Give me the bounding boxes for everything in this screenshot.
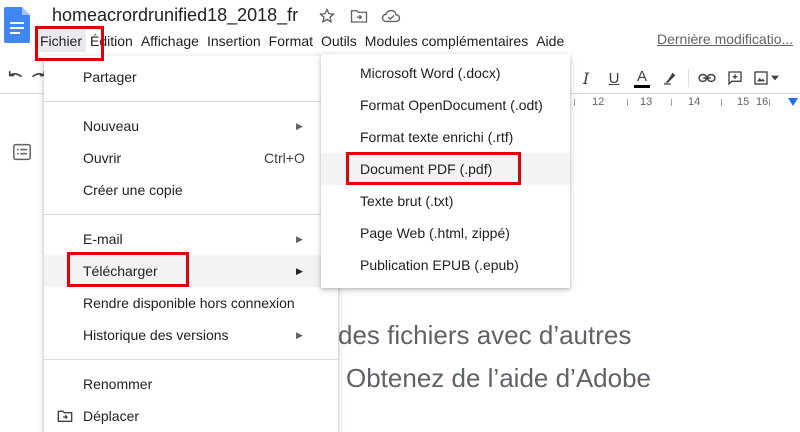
download-option-txt[interactable]: Texte brut (.txt) <box>321 185 570 217</box>
menu-edition[interactable]: Édition <box>86 30 137 52</box>
menu-item-email[interactable]: E-mail ▶ <box>44 223 338 255</box>
highlight-icon[interactable] <box>656 66 684 90</box>
shortcut-label: Ctrl+O <box>264 150 305 166</box>
folder-move-icon[interactable] <box>348 7 370 25</box>
menu-item-deplacer[interactable]: Déplacer <box>44 400 338 432</box>
text-color-icon[interactable]: A <box>628 66 656 90</box>
document-title[interactable]: homeacrordrunified18_2018_fr <box>52 5 298 26</box>
horizontal-ruler[interactable]: 12 13 14 15 16 <box>560 96 800 110</box>
menu-divider <box>44 359 338 360</box>
ruler-indent-marker[interactable] <box>788 98 798 106</box>
menu-item-partager[interactable]: Partager <box>44 61 338 93</box>
download-option-docx[interactable]: Microsoft Word (.docx) <box>321 57 570 89</box>
download-option-rtf[interactable]: Format texte enrichi (.rtf) <box>321 121 570 153</box>
ruler-number: 15 <box>737 96 750 108</box>
ruler-number: 13 <box>640 96 653 108</box>
menu-aide[interactable]: Aide <box>532 30 568 52</box>
download-option-pdf[interactable]: Document PDF (.pdf) <box>321 153 570 185</box>
menu-insertion[interactable]: Insertion <box>203 30 265 52</box>
menu-outils[interactable]: Outils <box>317 30 361 52</box>
italic-icon[interactable]: I <box>572 66 600 90</box>
comment-icon[interactable] <box>721 66 749 90</box>
docs-logo-icon[interactable] <box>4 7 30 43</box>
menu-modules[interactable]: Modules complémentaires <box>361 30 532 52</box>
download-option-odt[interactable]: Format OpenDocument (.odt) <box>321 89 570 121</box>
star-icon[interactable] <box>316 7 338 25</box>
download-option-html[interactable]: Page Web (.html, zippé) <box>321 217 570 249</box>
menu-item-renommer[interactable]: Renommer <box>44 368 338 400</box>
menu-item-creer-copie[interactable]: Créer une copie <box>44 174 338 206</box>
download-submenu: Microsoft Word (.docx) Format OpenDocume… <box>321 54 570 288</box>
submenu-arrow-icon: ▶ <box>296 329 303 340</box>
menu-fichier[interactable]: Fichier <box>36 30 87 52</box>
document-outline-icon[interactable] <box>12 143 32 166</box>
menu-item-ouvrir[interactable]: Ouvrir Ctrl+O <box>44 142 338 174</box>
document-text-line: ·Obtenez de l’aide d’Adobe <box>334 363 651 394</box>
menu-format[interactable]: Format <box>265 30 317 52</box>
cloud-status-icon[interactable] <box>380 7 402 25</box>
menu-divider <box>44 101 338 102</box>
menu-affichage[interactable]: Affichage <box>137 30 203 52</box>
ruler-number: 16 <box>756 96 769 108</box>
menu-bar: Fichier Édition Affichage Insertion Form… <box>36 30 568 52</box>
underline-icon[interactable]: U <box>600 66 628 90</box>
submenu-arrow-icon: ▶ <box>296 265 303 276</box>
download-option-epub[interactable]: Publication EPUB (.epub) <box>321 249 570 281</box>
menu-item-hors-connexion[interactable]: Rendre disponible hors connexion <box>44 287 338 319</box>
submenu-arrow-icon: ▶ <box>296 120 303 131</box>
menu-item-nouveau[interactable]: Nouveau ▶ <box>44 110 338 142</box>
link-icon[interactable] <box>693 66 721 90</box>
submenu-arrow-icon: ▶ <box>296 233 303 244</box>
document-text-line: des fichiers avec d’autres <box>338 320 632 350</box>
folder-move-icon <box>57 409 73 426</box>
file-menu-dropdown: Partager Nouveau ▶ Ouvrir Ctrl+O Créer u… <box>44 56 338 432</box>
menu-item-telecharger[interactable]: Télécharger ▶ <box>44 255 338 287</box>
image-icon[interactable] <box>749 66 783 90</box>
ruler-number: 12 <box>592 96 605 108</box>
undo-icon[interactable] <box>6 69 24 90</box>
menu-item-historique[interactable]: Historique des versions ▶ <box>44 319 338 351</box>
ruler-number: 14 <box>688 96 701 108</box>
menu-divider <box>44 214 338 215</box>
last-modification-link[interactable]: Dernière modificatio... <box>657 31 793 47</box>
